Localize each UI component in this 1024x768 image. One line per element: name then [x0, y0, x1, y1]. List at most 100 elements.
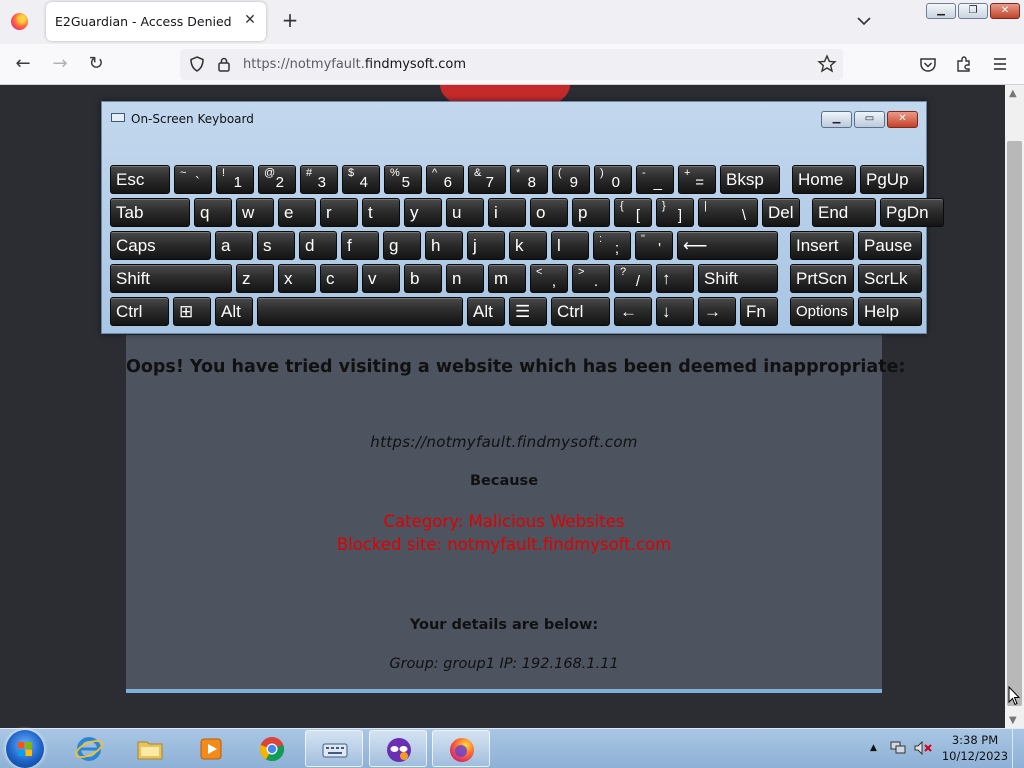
osk-key-h[interactable]: h: [425, 231, 463, 260]
start-button[interactable]: [6, 730, 44, 768]
osk-key-`[interactable]: ~ `: [174, 165, 212, 194]
osk-key-x[interactable]: x: [278, 264, 316, 293]
osk-key-5[interactable]: % 5: [384, 165, 422, 194]
osk-key-/[interactable]: ? /: [614, 264, 652, 293]
osk-key-pgup[interactable]: PgUp: [860, 165, 924, 194]
osk-key-ctrl[interactable]: Ctrl: [110, 297, 169, 326]
osk-key-0[interactable]: ) 0: [594, 165, 632, 194]
osk-key-3[interactable]: #3: [300, 165, 338, 194]
window-minimize-button[interactable]: ▁: [926, 3, 956, 19]
scroll-up-arrow-icon[interactable]: ▲: [1009, 88, 1017, 99]
tab-e2guardian[interactable]: E2Guardian - Access Denied ✕: [46, 2, 266, 41]
osk-key-7[interactable]: & 7: [468, 165, 506, 194]
window-restore-button[interactable]: ❐: [958, 3, 988, 19]
osk-key-alt[interactable]: Alt: [215, 297, 253, 326]
osk-key-n[interactable]: n: [446, 264, 484, 293]
osk-key-q[interactable]: q: [194, 198, 232, 227]
osk-key-,[interactable]: <,: [530, 264, 568, 293]
taskbar-file-explorer[interactable]: [121, 730, 179, 767]
osk-key-symbol[interactable]: →: [698, 297, 736, 326]
window-close-button[interactable]: ✕: [990, 3, 1020, 19]
osk-key-shift[interactable]: Shift: [110, 264, 232, 293]
osk-key-options[interactable]: Options: [790, 297, 854, 326]
osk-key-r[interactable]: r: [320, 198, 358, 227]
osk-maximize-button[interactable]: ▭: [854, 111, 885, 128]
osk-key-6[interactable]: ^ 6: [426, 165, 464, 194]
osk-key-shift[interactable]: Shift: [698, 264, 778, 293]
osk-key-'[interactable]: " ': [635, 231, 673, 260]
osk-key-k[interactable]: k: [509, 231, 547, 260]
osk-key-caps[interactable]: Caps: [110, 231, 211, 260]
close-tab-icon[interactable]: ✕: [242, 12, 258, 28]
osk-key-2[interactable]: @2: [258, 165, 296, 194]
osk-key-8[interactable]: * 8: [510, 165, 548, 194]
bookmark-star-icon[interactable]: [817, 54, 837, 74]
osk-key-del[interactable]: Del: [762, 198, 800, 227]
osk-key-c[interactable]: c: [320, 264, 358, 293]
system-clock[interactable]: 3:38 PM 10/12/2023: [940, 732, 1010, 764]
osk-key-.[interactable]: >.: [572, 264, 610, 293]
osk-key-backslash[interactable]: | \: [698, 198, 758, 227]
osk-key-4[interactable]: $4: [342, 165, 380, 194]
osk-title-bar[interactable]: On-Screen Keyboard ▁ ▭ ✕: [102, 102, 926, 132]
osk-key-o[interactable]: o: [530, 198, 568, 227]
osk-key-b[interactable]: b: [404, 264, 442, 293]
osk-key-d[interactable]: d: [299, 231, 337, 260]
osk-key-g[interactable]: g: [383, 231, 421, 260]
network-icon[interactable]: [890, 741, 906, 755]
firefox-menu-icon[interactable]: [11, 13, 28, 30]
osk-key-_[interactable]: - _: [636, 165, 674, 194]
osk-key-][interactable]: }]: [656, 198, 694, 227]
hamburger-menu-icon[interactable]: [990, 54, 1010, 74]
osk-key-9[interactable]: (9: [552, 165, 590, 194]
new-tab-button[interactable]: +: [280, 10, 300, 30]
osk-close-button[interactable]: ✕: [887, 111, 918, 128]
osk-key-y[interactable]: y: [404, 198, 442, 227]
taskbar-firefox[interactable]: [432, 730, 490, 767]
extensions-puzzle-icon[interactable]: [954, 54, 974, 74]
osk-key-pause[interactable]: Pause: [858, 231, 922, 260]
osk-key-insert[interactable]: Insert: [790, 231, 854, 260]
osk-key-alt[interactable]: Alt: [467, 297, 505, 326]
osk-key-ctrl[interactable]: Ctrl: [551, 297, 610, 326]
osk-key-;[interactable]: :;: [593, 231, 631, 260]
taskbar-chrome[interactable]: [243, 730, 301, 767]
osk-key-prtscn[interactable]: PrtScn: [790, 264, 854, 293]
osk-key-p[interactable]: p: [572, 198, 610, 227]
osk-key-j[interactable]: j: [467, 231, 505, 260]
osk-key-m[interactable]: m: [488, 264, 526, 293]
osk-key-e[interactable]: e: [278, 198, 316, 227]
osk-key-symbol[interactable]: ←: [614, 297, 652, 326]
reload-icon[interactable]: ↻: [86, 54, 106, 74]
osk-key-=[interactable]: + =: [678, 165, 716, 194]
taskbar-on-screen-keyboard[interactable]: [305, 730, 363, 767]
osk-key-s[interactable]: s: [257, 231, 295, 260]
url-text[interactable]: https://notmyfault.findmysoft.com: [243, 57, 466, 72]
osk-key-z[interactable]: z: [236, 264, 274, 293]
osk-key-u[interactable]: u: [446, 198, 484, 227]
pocket-icon[interactable]: [918, 54, 938, 74]
osk-key-esc[interactable]: Esc: [110, 165, 170, 194]
osk-key-help[interactable]: Help: [858, 297, 922, 326]
osk-key-a[interactable]: a: [215, 231, 253, 260]
lock-icon[interactable]: [216, 56, 232, 72]
osk-key-pgdn[interactable]: PgDn: [880, 198, 944, 227]
tracking-protection-shield-icon[interactable]: [188, 55, 206, 73]
list-all-tabs-icon[interactable]: [855, 12, 873, 30]
osk-key-v[interactable]: v: [362, 264, 400, 293]
taskbar-media-player[interactable]: [182, 730, 240, 767]
osk-key-symbol[interactable]: ↓: [656, 297, 694, 326]
osk-key-symbol[interactable]: ⊞: [173, 297, 211, 326]
osk-key-symbol[interactable]: ⟵: [677, 231, 778, 260]
taskbar-internet-explorer[interactable]: [60, 730, 118, 767]
osk-key-[[interactable]: {[: [614, 198, 652, 227]
volume-muted-icon[interactable]: [914, 741, 932, 755]
osk-key-l[interactable]: l: [551, 231, 589, 260]
address-bar[interactable]: https://notmyfault.findmysoft.com: [180, 49, 843, 80]
osk-key-t[interactable]: t: [362, 198, 400, 227]
scroll-thumb[interactable]: [1007, 141, 1022, 706]
osk-key-f[interactable]: f: [341, 231, 379, 260]
osk-key-fn[interactable]: Fn: [740, 297, 778, 326]
osk-key-1[interactable]: ! 1: [216, 165, 254, 194]
osk-key-end[interactable]: End: [812, 198, 876, 227]
